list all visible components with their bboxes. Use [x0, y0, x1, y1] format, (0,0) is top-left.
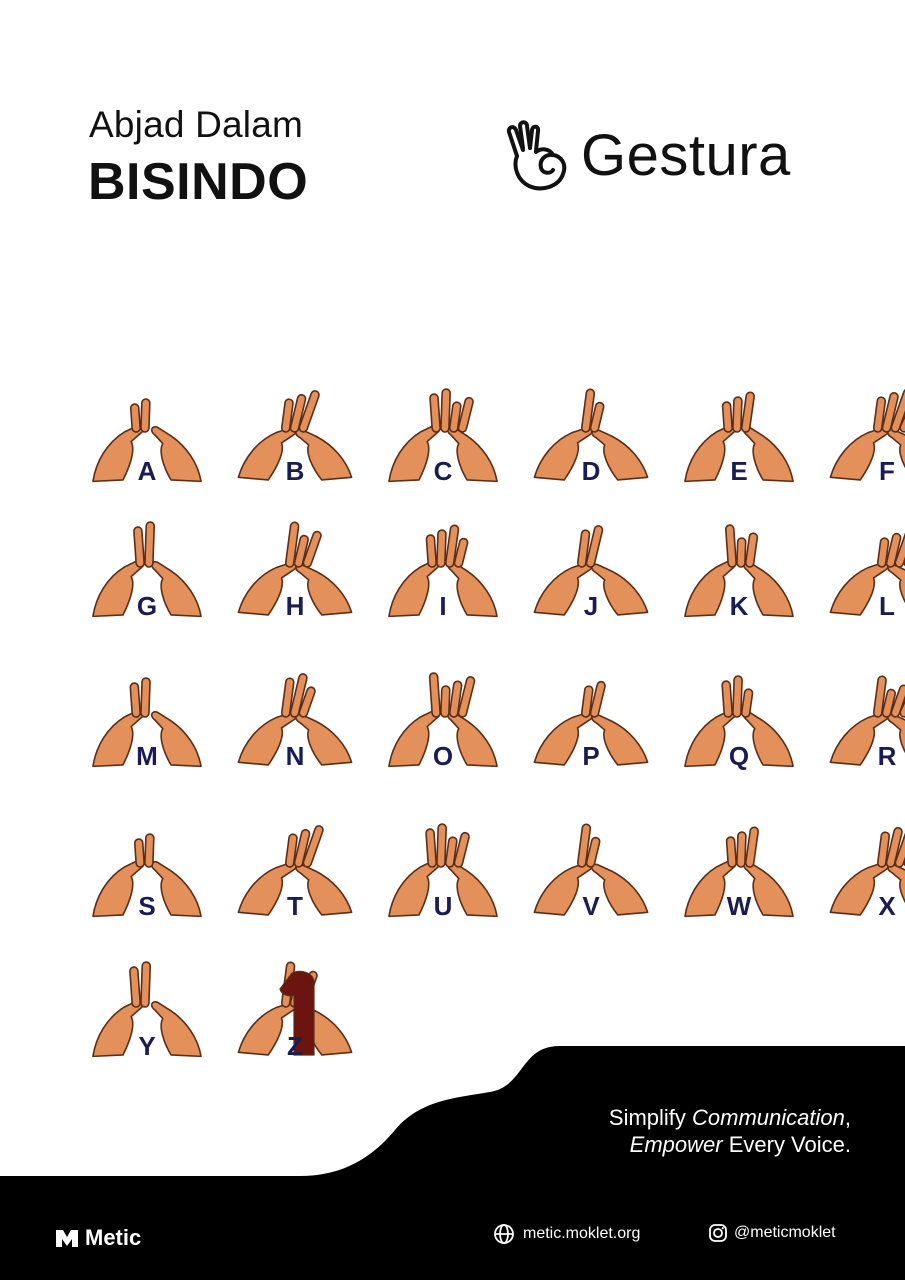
- metic-logo-icon: [56, 1230, 78, 1247]
- tagline-punct: ,: [844, 1105, 851, 1130]
- instagram-link[interactable]: @meticmoklet: [708, 1223, 836, 1243]
- tagline-word: Every Voice: [728, 1132, 845, 1157]
- tagline-line-2: Empower Every Voice.: [609, 1131, 851, 1158]
- tagline-word: Simplify: [608, 1105, 693, 1130]
- globe-icon: [494, 1224, 514, 1244]
- footer-bar: Metic metic.moklet.org @meticmoklet: [0, 1176, 905, 1280]
- tagline-emphasis: Communication: [692, 1105, 845, 1130]
- tagline-emphasis: Empower: [629, 1132, 729, 1157]
- tagline-punct: .: [844, 1132, 851, 1157]
- metic-brand: Metic: [55, 1225, 141, 1251]
- metic-name: Metic: [85, 1225, 142, 1250]
- decorative-wave-shape: [300, 1046, 905, 1280]
- instagram-handle: @meticmoklet: [734, 1224, 836, 1241]
- tagline: Simplify Communication, Empower Every Vo…: [609, 1104, 851, 1158]
- instagram-icon: [709, 1224, 727, 1242]
- website-text: metic.moklet.org: [523, 1225, 641, 1242]
- website-link[interactable]: metic.moklet.org: [493, 1223, 640, 1245]
- tagline-line-1: Simplify Communication,: [609, 1104, 851, 1131]
